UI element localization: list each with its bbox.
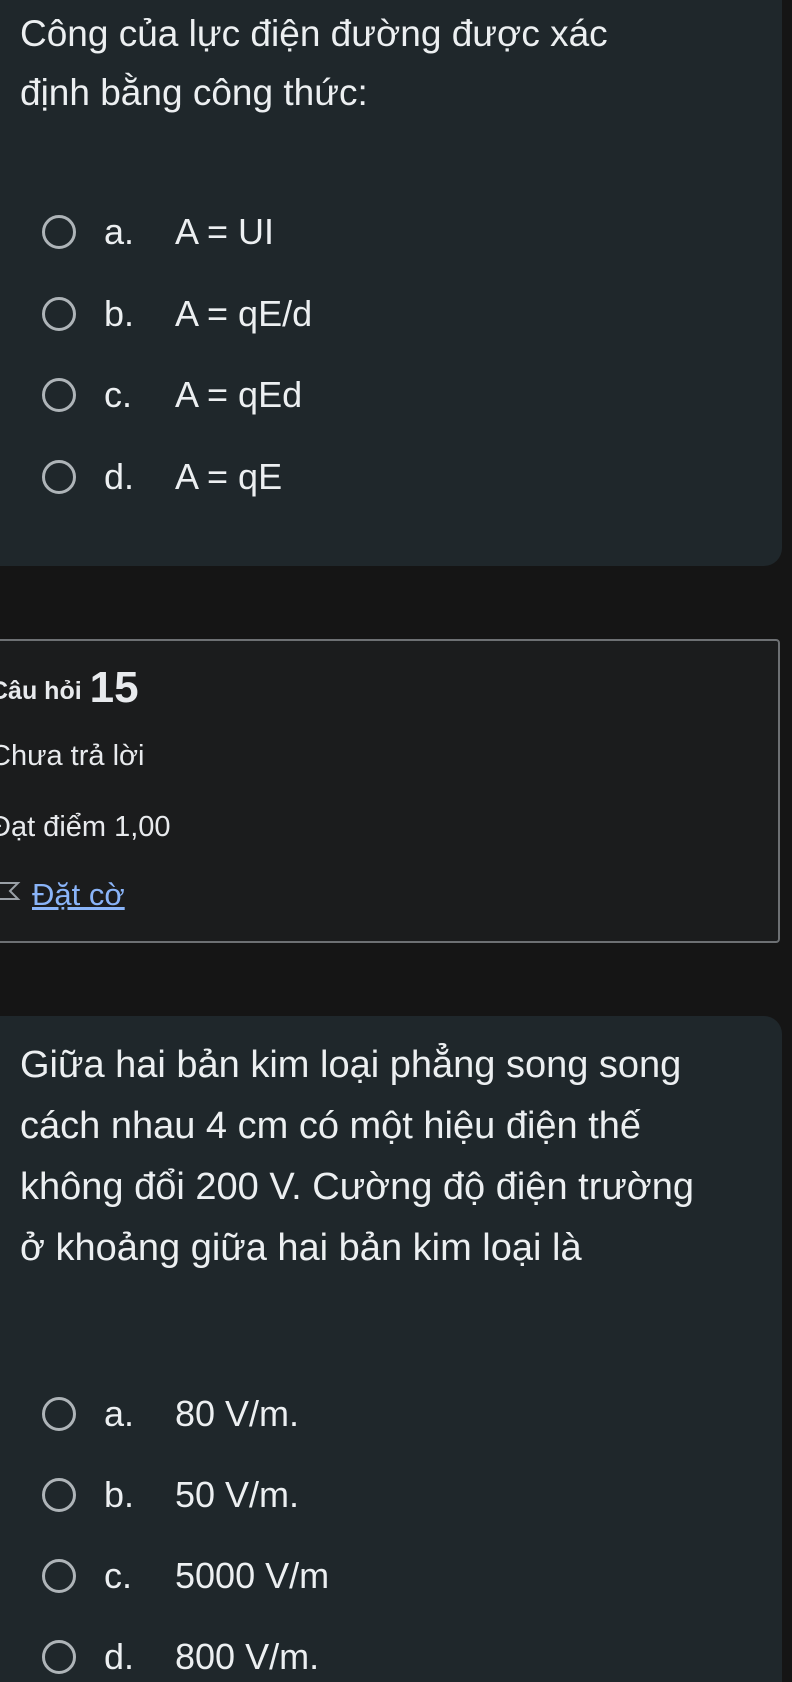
- option-text: A = qEd: [175, 374, 303, 415]
- answer-option-a[interactable]: a. 80 V/m.: [42, 1392, 299, 1436]
- flag-label[interactable]: Đặt cờ: [32, 877, 125, 913]
- question-grade: Đạt điểm 1,00: [0, 811, 171, 843]
- radio-button[interactable]: [42, 215, 76, 249]
- answer-option-b[interactable]: b. 50 V/m.: [42, 1473, 299, 1517]
- question-number-value: 15: [89, 663, 139, 712]
- option-text: A = qE/d: [175, 293, 313, 334]
- option-letter: d.: [104, 1636, 135, 1677]
- option-text: 80 V/m.: [175, 1393, 300, 1434]
- question-text-line: Giữa hai bản kim loại phẳng song song: [20, 1044, 682, 1086]
- radio-button[interactable]: [42, 1640, 76, 1674]
- question-text-line: cách nhau 4 cm có một hiệu điện thế: [20, 1105, 642, 1147]
- option-text: A = qE: [175, 456, 283, 497]
- option-text: 800 V/m.: [175, 1636, 320, 1677]
- answer-option-d[interactable]: d. A = qE: [42, 455, 282, 499]
- radio-button[interactable]: [42, 378, 76, 412]
- option-letter: c.: [104, 374, 133, 415]
- question-text: Công của lực điện đường được xác định bằ…: [20, 4, 742, 122]
- option-letter: d.: [104, 456, 135, 497]
- option-letter: c.: [104, 1555, 133, 1596]
- answer-option-c[interactable]: c. 5000 V/m: [42, 1554, 329, 1598]
- answer-option-a[interactable]: a. A = UI: [42, 210, 274, 254]
- option-text: A = UI: [175, 211, 275, 252]
- flag-outline-icon: [0, 882, 21, 900]
- option-letter: a.: [104, 1393, 135, 1434]
- radio-button[interactable]: [42, 460, 76, 494]
- flag-question-link[interactable]: Đặt cờ: [0, 877, 125, 913]
- question-text-line: không đổi 200 V. Cường độ điện trường: [20, 1166, 694, 1208]
- question-card-prev: Công của lực điện đường được xác định bằ…: [0, 0, 782, 566]
- radio-button[interactable]: [42, 1478, 76, 1512]
- question-text: Giữa hai bản kim loại phẳng song song cá…: [20, 1035, 742, 1279]
- answer-option-b[interactable]: b. A = qE/d: [42, 292, 312, 336]
- question-text-line: định bằng công thức:: [20, 72, 368, 113]
- radio-button[interactable]: [42, 1397, 76, 1431]
- question-info-box: Câu hỏi15 Chưa trả lời Đạt điểm 1,00 Đặt…: [0, 639, 780, 943]
- option-letter: a.: [104, 211, 135, 252]
- option-letter: b.: [104, 1474, 135, 1515]
- question-status: Chưa trả lời: [0, 740, 145, 772]
- question-text-line: Công của lực điện đường được xác: [20, 13, 608, 54]
- question-number: Câu hỏi15: [0, 663, 139, 713]
- question-card-15: Giữa hai bản kim loại phẳng song song cá…: [0, 1016, 782, 1682]
- answer-option-d[interactable]: d. 800 V/m.: [42, 1635, 319, 1679]
- option-letter: b.: [104, 293, 135, 334]
- radio-button[interactable]: [42, 297, 76, 331]
- radio-button[interactable]: [42, 1559, 76, 1593]
- option-text: 50 V/m.: [175, 1474, 300, 1515]
- question-text-line: ở khoảng giữa hai bản kim loại là: [20, 1227, 582, 1269]
- answer-option-c[interactable]: c. A = qEd: [42, 373, 302, 417]
- question-number-label: Câu hỏi: [0, 677, 82, 705]
- quiz-page: Công của lực điện đường được xác định bằ…: [0, 0, 792, 1682]
- option-text: 5000 V/m: [175, 1555, 330, 1596]
